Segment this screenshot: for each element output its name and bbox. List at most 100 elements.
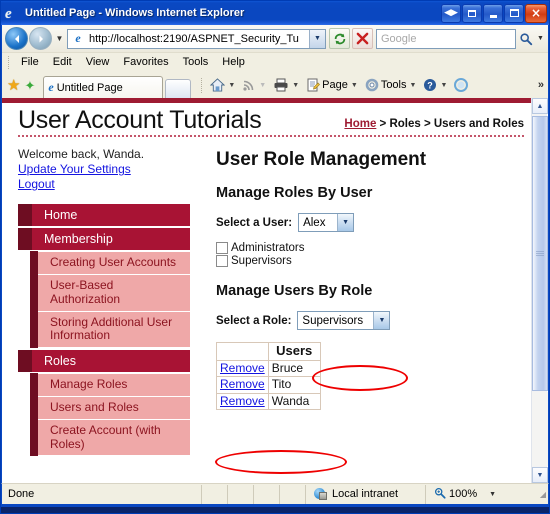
scroll-down-button[interactable]: ▼ <box>532 467 548 483</box>
favorites-star-icon[interactable]: ★ <box>7 78 20 93</box>
back-button[interactable] <box>5 27 28 50</box>
scrollbar-track[interactable] <box>532 392 548 466</box>
checkbox-icon[interactable] <box>216 242 228 255</box>
browser-chrome: ▼ e http://localhost:2190/ASPNET_Securit… <box>1 25 549 98</box>
minimize-button[interactable] <box>483 3 503 23</box>
menu-bar: File Edit View Favorites Tools Help <box>2 52 548 71</box>
close-button[interactable]: × <box>525 3 547 23</box>
page-header: User Account Tutorials Home > Roles > Us… <box>18 103 524 138</box>
page-menu-button[interactable]: Page ▼ <box>304 77 360 93</box>
remove-link-tito[interactable]: Remove <box>220 377 265 391</box>
discuss-button[interactable] <box>452 77 470 93</box>
ie-favicon-glyph: e <box>75 31 81 45</box>
search-placeholder-text: Google <box>381 32 417 45</box>
table-header-row: Users <box>216 342 321 361</box>
table-cell-action: Remove <box>216 376 269 394</box>
chevron-down-icon[interactable]: ▼ <box>489 491 496 498</box>
help-menu-button[interactable]: ? ▼ <box>421 77 449 93</box>
chevron-down-icon: ▼ <box>292 81 300 89</box>
print-button[interactable]: ▼ <box>271 77 301 93</box>
welcome-message: Welcome back, Wanda. <box>18 147 145 162</box>
sidebar-nav: Home Membership Creating User Accounts U… <box>18 204 200 457</box>
search-input[interactable]: Google <box>376 28 516 49</box>
role-select-dropdown[interactable]: Supervisors ▼ <box>297 311 391 331</box>
new-tab-button[interactable] <box>165 79 192 98</box>
role-checkbox-administrators[interactable]: Administrators <box>216 242 528 255</box>
menu-item-file[interactable]: File <box>14 55 46 69</box>
logout-link[interactable]: Logout <box>18 177 200 192</box>
section-heading-manage-users-by-role: Manage Users By Role <box>216 283 373 300</box>
search-options-caret[interactable]: ▼ <box>536 35 545 42</box>
menu-bar-grip[interactable] <box>8 55 11 69</box>
search-go-button[interactable] <box>516 28 536 49</box>
tools-menu-button[interactable]: Tools ▼ <box>363 77 419 93</box>
menu-item-edit[interactable]: Edit <box>46 55 79 69</box>
address-input[interactable]: e http://localhost:2190/ASPNET_Security_… <box>67 28 326 49</box>
window-bottom-edge <box>1 504 549 507</box>
table-header-blank <box>216 342 269 361</box>
scrollbar-thumb[interactable] <box>532 116 548 391</box>
restore-tab-button[interactable] <box>462 3 482 23</box>
sidebar-item-storing-additional-user-information[interactable]: Storing Additional User Information <box>30 310 190 349</box>
table-row: Remove Wanda <box>216 392 321 410</box>
stop-icon <box>356 32 369 45</box>
sidebar-item-roles[interactable]: Roles <box>18 350 190 373</box>
menu-item-view[interactable]: View <box>79 55 117 69</box>
select-user-label: Select a User: <box>216 216 293 229</box>
update-settings-link[interactable]: Update Your Settings <box>18 162 200 177</box>
stop-button[interactable] <box>352 28 373 49</box>
forward-button[interactable] <box>29 27 52 50</box>
window-controls: ◀▶ × <box>441 3 547 23</box>
sidebar-item-users-and-roles[interactable]: Users and Roles <box>30 396 190 420</box>
remove-link-bruce[interactable]: Remove <box>220 361 265 375</box>
rss-icon <box>243 80 254 91</box>
status-cell-2 <box>228 484 254 504</box>
role-checkbox-supervisors[interactable]: Supervisors <box>216 255 528 268</box>
sidebar-item-creating-user-accounts[interactable]: Creating User Accounts <box>30 251 190 276</box>
sidebar-item-home[interactable]: Home <box>18 204 190 227</box>
page-body: Welcome back, Wanda. Update Your Setting… <box>18 137 528 457</box>
chevron-down-icon: ▼ <box>259 81 267 89</box>
remove-link-wanda[interactable]: Remove <box>220 394 265 408</box>
vertical-scrollbar[interactable]: ▲ ▼ <box>531 98 548 483</box>
tab-and-command-bar: ★ ✦ e Untitled Page ▼ ▼ ▼ Page ▼ Tools ▼… <box>2 71 548 98</box>
browser-window: e Untitled Page - Windows Internet Explo… <box>0 0 550 514</box>
restore-left-icon-button[interactable]: ◀▶ <box>441 3 461 23</box>
title-bar: e Untitled Page - Windows Internet Explo… <box>1 1 549 25</box>
status-message: Done <box>2 484 202 504</box>
menu-item-favorites[interactable]: Favorites <box>116 55 175 69</box>
maximize-button[interactable] <box>504 3 524 23</box>
tab-untitled-page[interactable]: e Untitled Page <box>43 76 164 98</box>
menu-item-help[interactable]: Help <box>215 55 252 69</box>
home-button[interactable]: ▼ <box>208 77 237 93</box>
back-arrow-icon <box>14 34 19 43</box>
breadcrumb-link-home[interactable]: Home <box>344 118 376 130</box>
chevron-down-icon: ▼ <box>373 312 390 330</box>
security-zone[interactable]: Local intranet <box>306 484 426 504</box>
scroll-up-button[interactable]: ▲ <box>532 98 548 114</box>
table-cell-action: Remove <box>216 359 269 378</box>
add-to-favorites-icon[interactable]: ✦ <box>24 79 35 92</box>
sidebar-item-manage-roles[interactable]: Manage Roles <box>30 373 190 398</box>
resize-grip-icon[interactable]: ◢ <box>534 490 548 499</box>
breadcrumb: Home > Roles > Users and Roles <box>262 118 524 133</box>
web-page: User Account Tutorials Home > Roles > Us… <box>2 103 548 483</box>
zoom-control[interactable]: 100% ▼ <box>426 485 534 504</box>
chevron-up-icon: ▲ <box>536 102 544 110</box>
sidebar-item-create-account-with-roles[interactable]: Create Account (with Roles) <box>30 418 190 457</box>
history-dropdown-caret[interactable]: ▼ <box>54 34 65 43</box>
checkbox-icon[interactable] <box>216 255 228 268</box>
chevron-down-icon: ▼ <box>536 471 544 479</box>
feeds-button[interactable]: ▼ <box>240 77 268 93</box>
sidebar: Welcome back, Wanda. Update Your Setting… <box>18 137 200 457</box>
menu-item-tools[interactable]: Tools <box>176 55 216 69</box>
sidebar-item-user-based-authorization[interactable]: User-Based Authorization <box>30 274 190 312</box>
address-dropdown-button[interactable]: ▼ <box>309 29 325 48</box>
sidebar-item-label: Membership <box>44 232 113 247</box>
command-overflow-button[interactable]: » <box>538 79 548 91</box>
refresh-button[interactable] <box>329 28 350 49</box>
sidebar-item-membership[interactable]: Membership <box>18 228 190 251</box>
search-icon <box>520 32 533 45</box>
select-role-label: Select a Role: <box>216 314 292 327</box>
user-select-dropdown[interactable]: Alex ▼ <box>298 213 355 233</box>
